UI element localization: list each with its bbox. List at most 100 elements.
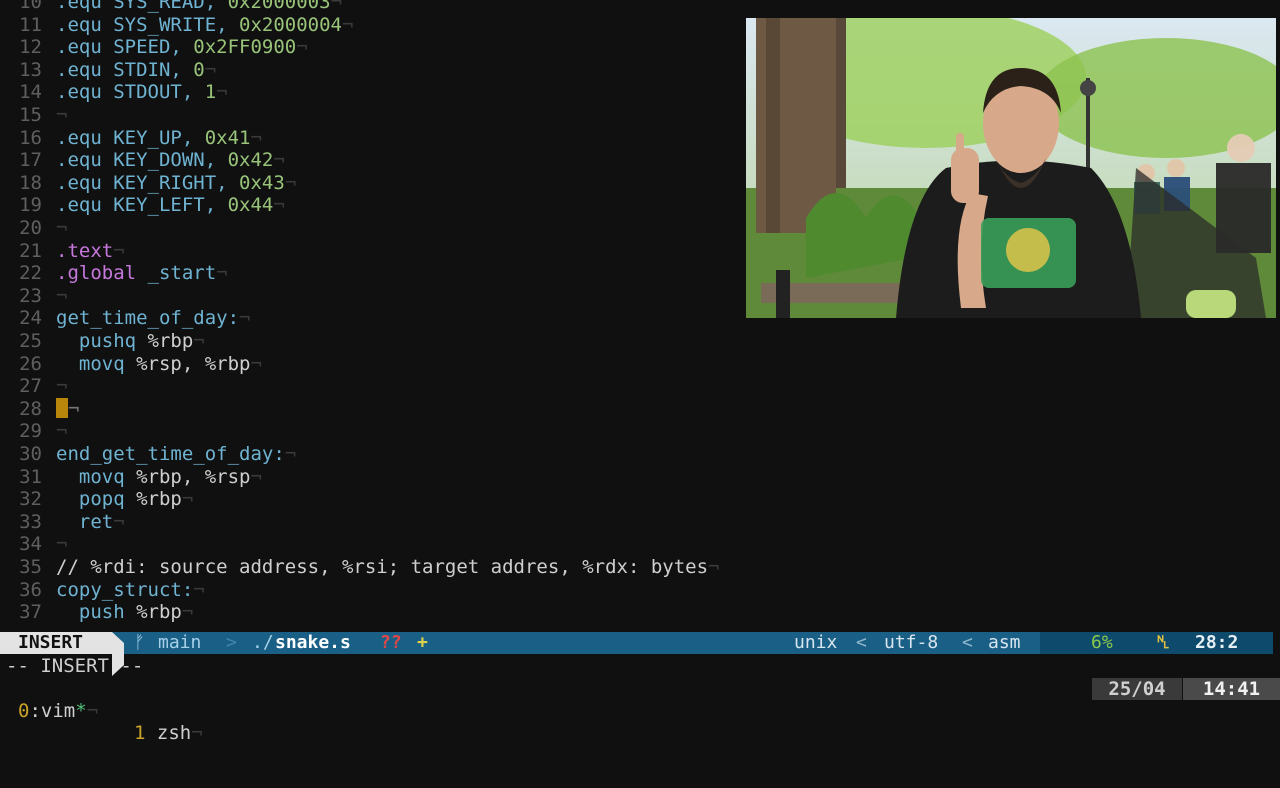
eol-marker: ¬ <box>250 465 262 488</box>
code-text[interactable]: .equ KEY_RIGHT, 0x43¬ <box>56 172 296 195</box>
scroll-percent: 6% <box>1091 632 1113 653</box>
eol-marker: ¬ <box>342 13 354 36</box>
code-text[interactable]: copy_struct:¬ <box>56 579 205 602</box>
line-number: 20 <box>19 217 42 239</box>
code-token: .equ <box>56 36 102 59</box>
code-text[interactable]: .equ KEY_LEFT, 0x44¬ <box>56 194 285 217</box>
code-text[interactable]: ¬ <box>56 533 67 556</box>
code-token: pushq <box>56 330 137 352</box>
code-token: push <box>56 601 125 624</box>
eol-marker: ¬ <box>113 239 125 262</box>
eol-marker: ¬ <box>216 262 228 285</box>
tmux-window-name: zsh <box>156 722 192 744</box>
code-text[interactable]: .text¬ <box>56 240 125 263</box>
code-token: .equ <box>56 126 102 149</box>
code-text[interactable]: ¬ <box>56 420 67 443</box>
git-branch-name: main <box>158 632 202 653</box>
code-text[interactable]: ret¬ <box>56 511 125 534</box>
code-text[interactable]: .equ SPEED, 0x2FF0900¬ <box>56 36 308 59</box>
line-number: 28 <box>19 397 42 420</box>
code-text[interactable]: ¬ <box>56 285 67 308</box>
line-number: 18 <box>19 171 42 194</box>
code-text[interactable]: .equ KEY_UP, 0x41¬ <box>56 127 262 150</box>
vim-command-line[interactable]: -- INSERT -- <box>6 655 143 677</box>
statusline-separator: > <box>226 632 237 653</box>
code-text[interactable]: pushq %rbp¬ <box>56 330 205 353</box>
code-text[interactable]: .equ KEY_DOWN, 0x42¬ <box>56 149 285 172</box>
code-text[interactable]: .equ SYS_WRITE, 0x2000004¬ <box>56 14 353 37</box>
code-token: KEY_DOWN, <box>101 149 228 172</box>
code-token: %rbp, %rsp <box>124 465 251 488</box>
code-token: 0x42 <box>227 149 274 172</box>
code-text[interactable]: ¬ <box>56 104 67 127</box>
line-number: 29 <box>19 420 42 443</box>
line-number: 30 <box>19 443 42 465</box>
code-token: .equ <box>56 81 102 104</box>
eol-marker: ¬ <box>56 217 68 239</box>
webcam-video-frame <box>746 18 1276 318</box>
code-text[interactable]: popq %rbp¬ <box>56 488 193 511</box>
code-text[interactable]: ¬ <box>56 397 79 421</box>
code-text[interactable]: .global _start¬ <box>56 262 228 285</box>
code-token: SPEED, <box>101 36 194 59</box>
code-text[interactable]: movq %rbp, %rsp¬ <box>56 466 262 489</box>
file-encoding: utf-8 <box>884 632 939 653</box>
tmux-window-active-flag: * <box>75 700 87 722</box>
eol-marker: ¬ <box>56 420 68 443</box>
code-token: .equ <box>56 13 102 36</box>
code-token: 0 <box>193 58 205 81</box>
eol-marker: ¬ <box>191 722 203 744</box>
code-text[interactable]: .equ STDOUT, 1¬ <box>56 81 228 104</box>
eol-marker: ¬ <box>113 510 125 533</box>
line-number: 25 <box>19 330 42 352</box>
code-text[interactable]: .equ STDIN, 0¬ <box>56 59 216 82</box>
code-text[interactable]: ¬ <box>56 375 67 398</box>
eol-marker: ¬ <box>216 81 228 104</box>
tmux-window-vim[interactable]: 0:vim*¬ <box>18 700 98 722</box>
code-token: // %rdi: source address, %rsi; target ad… <box>56 556 709 578</box>
code-text[interactable]: .equ SYS_READ, 0x2000003¬ <box>56 0 342 14</box>
line-number: 34 <box>19 533 42 556</box>
code-token: 0x2000003 <box>227 0 331 13</box>
code-text[interactable]: get_time_of_day:¬ <box>56 307 250 330</box>
code-token: _start <box>136 262 217 285</box>
line-number: 17 <box>19 149 42 172</box>
code-text[interactable]: end_get_time_of_day:¬ <box>56 443 296 466</box>
statusline-separator: < <box>856 632 867 653</box>
code-token: .global <box>56 262 137 285</box>
eol-marker: ¬ <box>250 126 262 149</box>
eol-marker: ¬ <box>181 601 194 624</box>
tmux-window-name: vim <box>40 700 76 722</box>
eol-marker: ¬ <box>330 0 343 13</box>
eol-marker: ¬ <box>193 578 205 601</box>
eol-marker: ¬ <box>273 149 285 172</box>
line-number: 12 <box>19 36 42 59</box>
file-format: unix <box>794 632 838 653</box>
code-token: 0x2FF0900 <box>193 36 297 59</box>
code-text[interactable]: movq %rsp, %rbp¬ <box>56 353 262 376</box>
code-token: .equ <box>56 171 102 194</box>
git-branch-icon: ᚠ <box>134 632 145 653</box>
eol-marker: ¬ <box>56 533 68 556</box>
line-number: 35 <box>19 556 42 578</box>
line-number: 24 <box>19 307 42 330</box>
tmux-window-zsh[interactable]: 1 zsh¬ <box>134 722 203 744</box>
code-text[interactable]: ¬ <box>56 217 67 240</box>
code-token: 0x2000004 <box>239 13 342 36</box>
line-number: 10 <box>19 0 42 13</box>
text-cursor <box>56 397 68 418</box>
tmux-window-separator <box>145 722 156 744</box>
line-number: 16 <box>19 126 42 149</box>
code-token: %rbp <box>124 601 182 624</box>
code-token: %rsp, %rbp <box>124 352 251 375</box>
code-token: 0x43 <box>239 171 285 194</box>
file-name: snake.s <box>275 632 351 653</box>
line-number: 27 <box>19 375 42 398</box>
line-number: 32 <box>19 488 42 511</box>
tmux-window-separator: : <box>29 700 41 722</box>
tmux-window-index: 0 <box>18 700 30 722</box>
code-text[interactable]: // %rdi: source address, %rsi; target ad… <box>56 556 719 579</box>
code-token: .text <box>56 239 114 262</box>
code-text[interactable]: push %rbp¬ <box>56 601 193 624</box>
code-token: SYS_WRITE, <box>101 13 240 36</box>
